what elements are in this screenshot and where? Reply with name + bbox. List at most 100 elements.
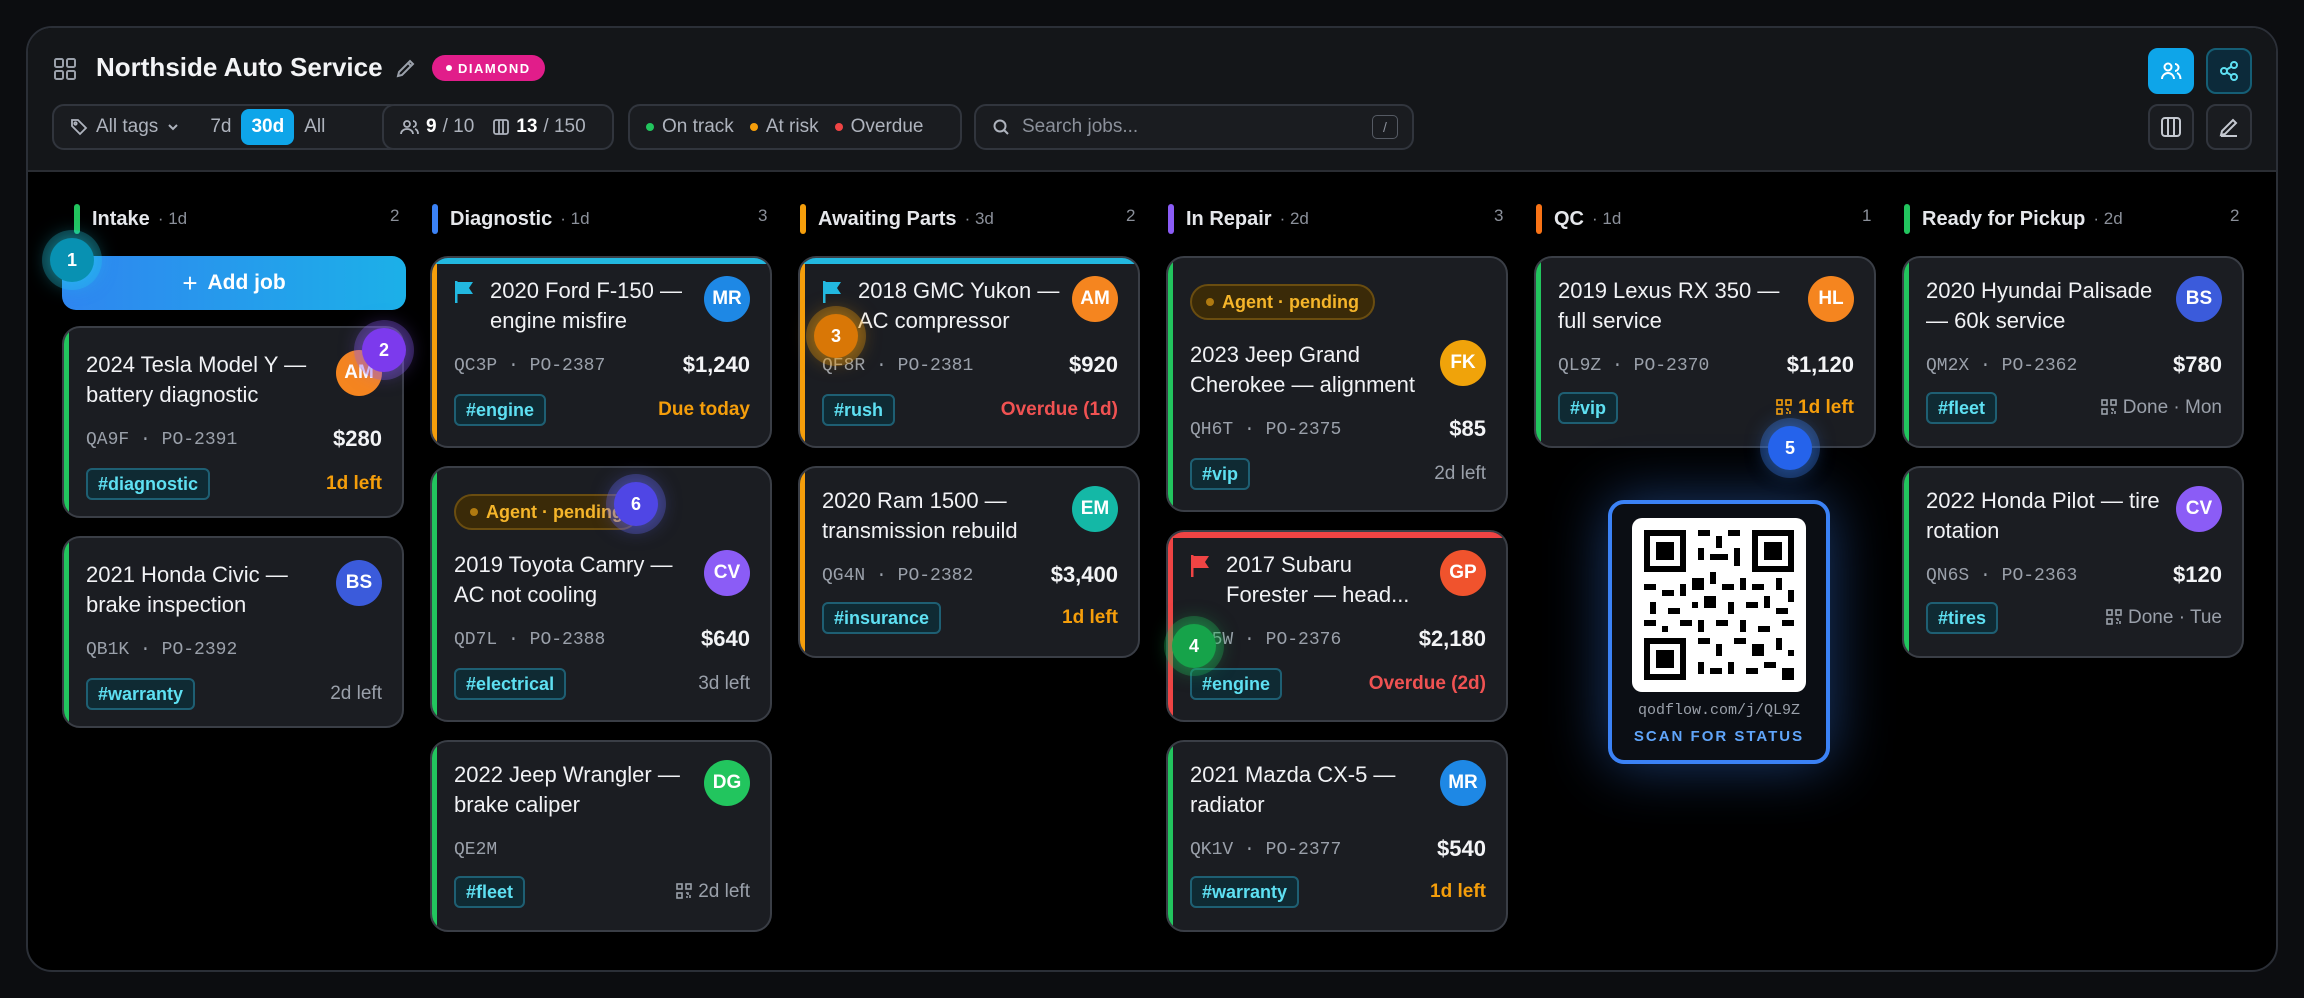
status-legend: On track At risk Overdue [628, 104, 962, 150]
assignee-avatar[interactable]: GP [1440, 550, 1486, 596]
job-card[interactable]: 2020 Ford F-150 — engine misfire MR QC3P… [430, 256, 772, 448]
share-button[interactable] [2206, 48, 2252, 94]
job-tag[interactable]: #fleet [454, 876, 526, 908]
job-tag[interactable]: #electrical [454, 668, 567, 700]
tag-icon [71, 119, 88, 136]
tags-dropdown[interactable]: All tags [54, 109, 190, 145]
assignee-avatar[interactable]: HL [1808, 276, 1854, 322]
job-meta: QL9Z · PO-2370 [1558, 356, 1709, 376]
column-count: 1 [1862, 206, 1872, 225]
job-tag[interactable]: #warranty [1190, 876, 1300, 908]
at-risk-dot-icon [749, 123, 758, 131]
range-7d[interactable]: 7d [200, 109, 241, 145]
job-tag[interactable]: #vip [1190, 458, 1251, 490]
assignee-avatar[interactable]: BS [336, 560, 382, 606]
job-tag[interactable]: #engine [454, 394, 547, 426]
tag-range-filter: All tags 7d 30d All [52, 104, 402, 150]
tags-dropdown-label: All tags [96, 116, 159, 137]
tour-marker-3[interactable]: 3 [814, 314, 858, 358]
job-tag[interactable]: #insurance [822, 602, 942, 634]
edit-board-button[interactable] [2206, 104, 2252, 150]
tour-marker-1[interactable]: 1 [50, 238, 94, 282]
add-job-button[interactable]: + Add job [62, 256, 406, 310]
job-tag[interactable]: #fleet [1926, 392, 1998, 424]
tour-marker-5[interactable]: 5 [1768, 426, 1812, 470]
assignee-avatar[interactable]: MR [1440, 760, 1486, 806]
team-button[interactable] [2148, 48, 2194, 94]
job-code: QB1K [86, 640, 130, 660]
job-card[interactable]: 2022 Honda Pilot — tire rotation CV QN6S… [1902, 466, 2244, 658]
job-card[interactable]: 2017 Subaru Forester — head... GP QJ5W ·… [1166, 530, 1508, 722]
meta-separator: · [1244, 420, 1255, 440]
search-input[interactable]: Search jobs... / [974, 104, 1414, 150]
job-card[interactable]: Agent · pending 2019 Toyota Camry — AC n… [430, 466, 772, 722]
job-price: $1,240 [682, 352, 750, 377]
assignee-avatar[interactable]: DG [704, 760, 750, 806]
job-title: 2022 Jeep Wrangler — brake caliper [454, 762, 680, 817]
on-track-dot-icon [646, 123, 654, 131]
job-tag[interactable]: #vip [1558, 392, 1619, 424]
job-title: 2019 Lexus RX 350 — full service [1558, 278, 1780, 333]
assignee-avatar[interactable]: AM [1072, 276, 1118, 322]
range-all[interactable]: All [294, 109, 335, 145]
due-status: 1d left [1062, 607, 1118, 628]
apps-grid-icon[interactable] [54, 58, 76, 80]
tour-marker-6[interactable]: 6 [614, 482, 658, 526]
job-card[interactable]: 2020 Ram 1500 — transmission rebuild EM … [798, 466, 1140, 658]
jobs-count: 13 [516, 116, 538, 137]
status-bar [1168, 742, 1173, 930]
qr-status-popover[interactable]: qodflow.com/j/QL9Z SCAN FOR STATUS [1608, 500, 1830, 764]
priority-bar [1168, 532, 1506, 538]
job-card[interactable]: 2021 Honda Civic — brake inspection BS Q… [62, 536, 404, 728]
po-number: PO-2362 [2001, 356, 2078, 376]
job-card[interactable]: 2021 Mazda CX-5 — radiator MR QK1V · PO-… [1166, 740, 1508, 932]
job-code: QD7L [454, 630, 498, 650]
tour-marker-4[interactable]: 4 [1172, 624, 1216, 668]
job-tag[interactable]: #warranty [86, 678, 196, 710]
column-age: · 1d [157, 209, 188, 228]
meta-separator: · [508, 356, 519, 376]
job-title: 2017 Subaru Forester — head... [1226, 552, 1410, 607]
job-tag[interactable]: #diagnostic [86, 468, 211, 500]
job-tag[interactable]: #rush [822, 394, 896, 426]
job-code: QH6T [1190, 420, 1234, 440]
due-label: 1d left [1798, 397, 1854, 418]
job-tag[interactable]: #engine [1190, 668, 1283, 700]
job-meta: QH6T · PO-2375 [1190, 420, 1341, 440]
columns-view-button[interactable] [2148, 104, 2194, 150]
job-meta: QB1K · PO-2392 [86, 640, 237, 660]
meta-separator: · [876, 356, 887, 376]
job-price: $3,400 [1050, 562, 1118, 587]
job-code: QE2M [454, 840, 498, 860]
job-card[interactable]: 2024 Tesla Model Y — battery diagnostic … [62, 326, 404, 518]
range-30d[interactable]: 30d [241, 109, 295, 145]
po-number: PO-2381 [897, 356, 974, 376]
tour-marker-2[interactable]: 2 [362, 328, 406, 372]
job-card[interactable]: 2020 Hyundai Palisade — 60k service BS Q… [1902, 256, 2244, 448]
meta-separator: · [140, 430, 151, 450]
job-card[interactable]: 2019 Lexus RX 350 — full service HL QL9Z… [1534, 256, 1876, 448]
qr-code-image [1632, 518, 1806, 692]
column-color-bar [74, 204, 80, 234]
job-card[interactable]: 2022 Jeep Wrangler — brake caliper DG QE… [430, 740, 772, 932]
job-meta: QM2X · PO-2362 [1926, 356, 2077, 376]
job-card[interactable]: Agent · pending 2023 Jeep Grand Cherokee… [1166, 256, 1508, 512]
people-total: / 10 [442, 116, 475, 137]
column-count: 2 [2230, 206, 2240, 225]
assignee-avatar[interactable]: CV [704, 550, 750, 596]
assignee-avatar[interactable]: EM [1072, 486, 1118, 532]
job-meta: QD7L · PO-2388 [454, 630, 605, 650]
search-shortcut-key: / [1372, 115, 1398, 139]
assignee-avatar[interactable]: FK [1440, 340, 1486, 386]
status-bar [432, 258, 437, 446]
assignee-avatar[interactable]: BS [2176, 276, 2222, 322]
column-awaiting-parts-header: Awaiting Parts · 3d [800, 204, 994, 234]
assignee-avatar[interactable]: CV [2176, 486, 2222, 532]
job-tag[interactable]: #tires [1926, 602, 1999, 634]
column-count: 2 [390, 206, 400, 225]
edit-pencil-icon[interactable] [394, 56, 418, 80]
status-bar [800, 258, 805, 446]
status-bar [64, 328, 69, 516]
assignee-avatar[interactable]: MR [704, 276, 750, 322]
job-meta: QG4N · PO-2382 [822, 566, 973, 586]
